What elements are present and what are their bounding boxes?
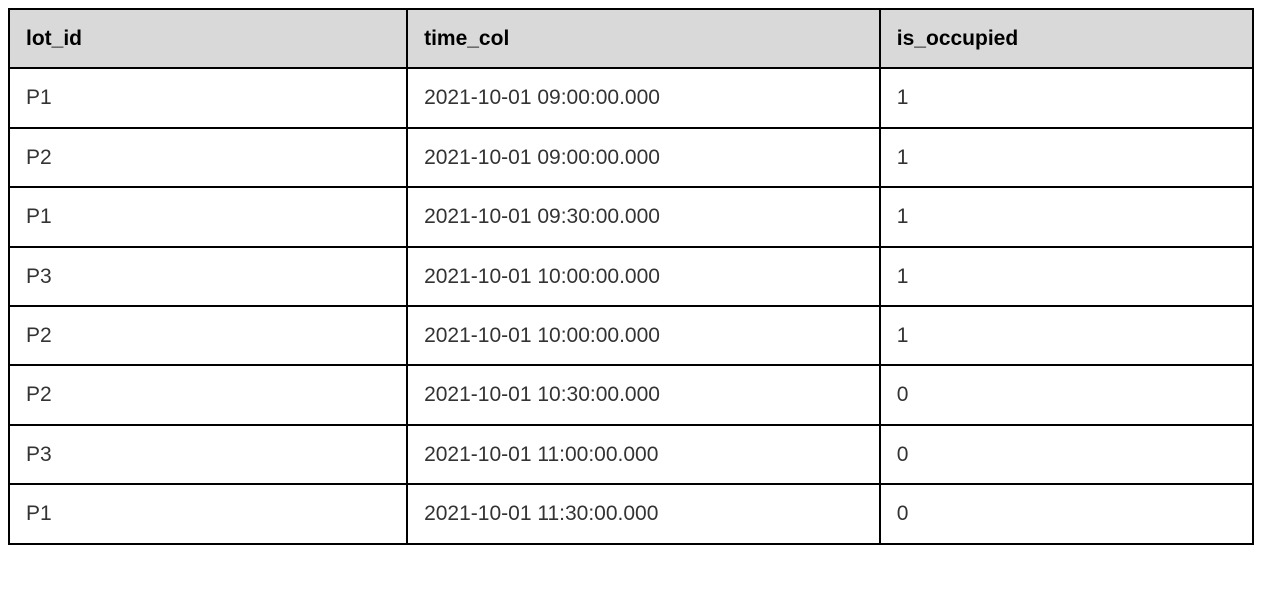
cell-lot-id: P3 [9,425,407,484]
cell-is-occupied: 1 [880,187,1253,246]
table-row: P1 2021-10-01 11:30:00.000 0 [9,484,1253,543]
cell-is-occupied: 1 [880,128,1253,187]
column-header-is-occupied: is_occupied [880,9,1253,68]
cell-time-col: 2021-10-01 10:00:00.000 [407,247,880,306]
table-row: P3 2021-10-01 11:00:00.000 0 [9,425,1253,484]
table-header-row: lot_id time_col is_occupied [9,9,1253,68]
cell-is-occupied: 1 [880,68,1253,127]
cell-is-occupied: 0 [880,425,1253,484]
cell-time-col: 2021-10-01 10:00:00.000 [407,306,880,365]
cell-lot-id: P2 [9,306,407,365]
table-row: P3 2021-10-01 10:00:00.000 1 [9,247,1253,306]
cell-lot-id: P2 [9,365,407,424]
cell-lot-id: P1 [9,187,407,246]
table-row: P1 2021-10-01 09:30:00.000 1 [9,187,1253,246]
cell-lot-id: P3 [9,247,407,306]
cell-lot-id: P1 [9,68,407,127]
cell-is-occupied: 0 [880,365,1253,424]
column-header-time-col: time_col [407,9,880,68]
cell-lot-id: P1 [9,484,407,543]
cell-time-col: 2021-10-01 09:00:00.000 [407,128,880,187]
table-row: P2 2021-10-01 09:00:00.000 1 [9,128,1253,187]
cell-is-occupied: 1 [880,306,1253,365]
cell-time-col: 2021-10-01 10:30:00.000 [407,365,880,424]
cell-is-occupied: 0 [880,484,1253,543]
table-row: P1 2021-10-01 09:00:00.000 1 [9,68,1253,127]
data-table: lot_id time_col is_occupied P1 2021-10-0… [8,8,1254,545]
cell-lot-id: P2 [9,128,407,187]
cell-time-col: 2021-10-01 11:00:00.000 [407,425,880,484]
cell-time-col: 2021-10-01 09:00:00.000 [407,68,880,127]
cell-time-col: 2021-10-01 11:30:00.000 [407,484,880,543]
cell-is-occupied: 1 [880,247,1253,306]
table-row: P2 2021-10-01 10:30:00.000 0 [9,365,1253,424]
cell-time-col: 2021-10-01 09:30:00.000 [407,187,880,246]
table-row: P2 2021-10-01 10:00:00.000 1 [9,306,1253,365]
column-header-lot-id: lot_id [9,9,407,68]
